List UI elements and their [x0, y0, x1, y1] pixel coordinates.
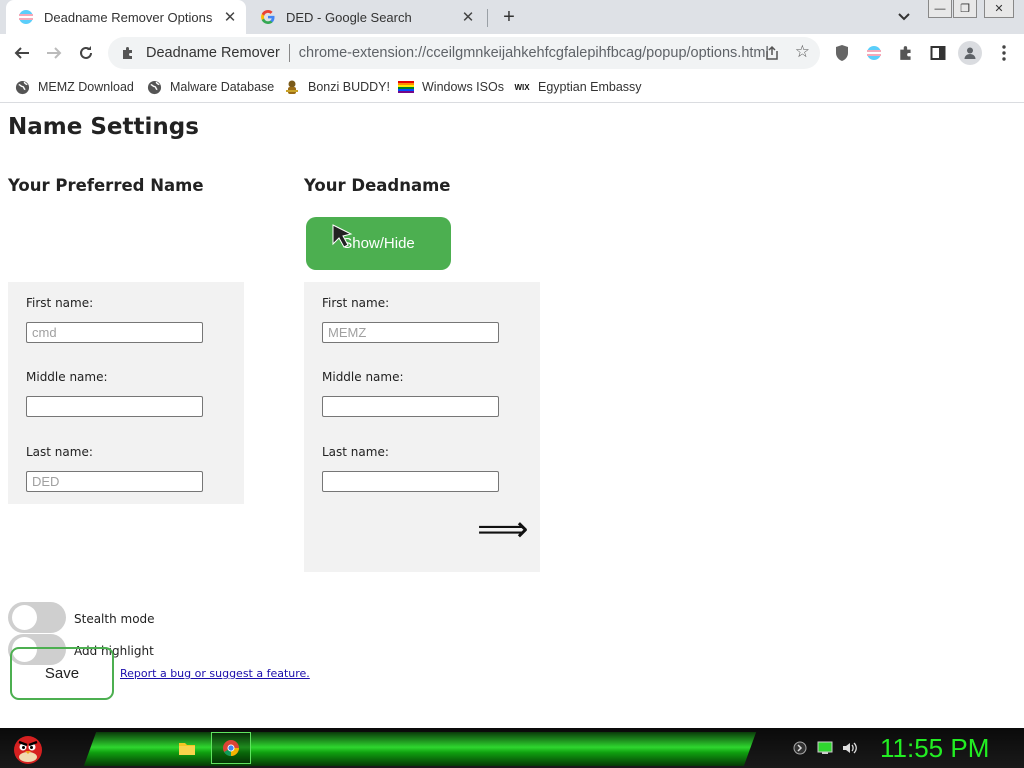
close-tab-icon[interactable]: ✕: [460, 9, 476, 26]
trans-flag-icon[interactable]: [864, 43, 884, 63]
kebab-menu-icon[interactable]: [994, 43, 1014, 63]
preferred-name-panel: First name: Middle name: Last name:: [8, 282, 244, 504]
deadname-panel: First name: Middle name: Last name: ⟹: [304, 282, 540, 572]
tab-deadname-remover-options[interactable]: Deadname Remover Options ✕: [6, 0, 246, 34]
chrome-icon[interactable]: [211, 732, 251, 764]
preferred-middle-name-input[interactable]: [26, 396, 203, 417]
chevron-down-icon[interactable]: [894, 8, 914, 26]
toggle-knob: [12, 605, 37, 630]
bookmark-memz-download[interactable]: MEMZ Download: [14, 76, 134, 98]
bookmark-bonzi-buddy[interactable]: Bonzi BUDDY!: [284, 76, 390, 98]
puzzle-icon: [120, 45, 136, 61]
bookmark-label: Bonzi BUDDY!: [308, 80, 390, 94]
share-icon[interactable]: [764, 45, 780, 61]
browser-toolbar: Deadname Remover chrome-extension://ccei…: [0, 34, 1024, 72]
taskbar: 11:55 PM: [0, 728, 1024, 768]
add-name-arrow-icon[interactable]: ⟹: [477, 512, 529, 548]
stealth-mode-toggle[interactable]: [8, 602, 66, 633]
wix-icon: WIX: [514, 82, 530, 92]
deadname-heading: Your Deadname: [304, 176, 451, 195]
file-explorer-icon[interactable]: [167, 732, 207, 764]
preferred-last-name-input[interactable]: [26, 471, 203, 492]
google-icon: [260, 9, 276, 25]
close-window-icon[interactable]: ✕: [984, 0, 1014, 18]
bookmarks-bar: MEMZ Download Malware Database Bonzi BUD…: [0, 72, 1024, 103]
volume-icon[interactable]: [842, 740, 858, 756]
globe-icon: [14, 79, 30, 95]
mouse-cursor-icon: [332, 224, 354, 254]
trans-flag-icon: [18, 9, 34, 25]
dead-last-name-input[interactable]: [322, 471, 499, 492]
bookmark-label: Malware Database: [170, 80, 275, 94]
bookmark-label: MEMZ Download: [38, 80, 134, 94]
address-bar[interactable]: Deadname Remover chrome-extension://ccei…: [108, 37, 820, 69]
stealth-mode-label: Stealth mode: [74, 612, 155, 626]
side-panel-icon[interactable]: [928, 43, 948, 63]
tab-ded-google-search[interactable]: DED - Google Search ✕: [248, 0, 484, 34]
bookmark-label: Windows ISOs: [422, 80, 504, 94]
dead-first-name-input[interactable]: [322, 322, 499, 343]
url-text: chrome-extension://cceilgmnkeijahkehfcgf…: [298, 45, 769, 61]
show-hide-button[interactable]: Show/Hide: [306, 217, 451, 270]
save-button[interactable]: Save: [10, 647, 114, 700]
dead-middle-name-label: Middle name:: [322, 370, 404, 384]
minimize-icon[interactable]: —: [928, 0, 952, 18]
new-tab-icon[interactable]: +: [498, 6, 520, 28]
preferred-middle-name-label: Middle name:: [26, 370, 108, 384]
dead-first-name-label: First name:: [322, 296, 390, 310]
url-divider: [288, 44, 290, 62]
dead-middle-name-input[interactable]: [322, 396, 499, 417]
tab-divider: [487, 9, 488, 27]
start-button-angry-bird-icon[interactable]: [8, 728, 48, 768]
preferred-first-name-input[interactable]: [26, 322, 203, 343]
bookmark-label: Egyptian Embassy: [538, 80, 642, 94]
bookmark-malware-database[interactable]: Malware Database: [146, 76, 274, 98]
page-title: Name Settings: [8, 114, 199, 140]
profile-avatar-icon[interactable]: [958, 41, 982, 65]
tab-strip: Deadname Remover Options ✕ DED - Google …: [0, 0, 1024, 34]
preferred-first-name-label: First name:: [26, 296, 94, 310]
bookmark-windows-isos[interactable]: Windows ISOs: [398, 76, 504, 98]
preferred-name-heading: Your Preferred Name: [8, 176, 204, 195]
back-icon[interactable]: [10, 41, 34, 65]
bonzi-icon: [284, 79, 300, 95]
globe-icon: [146, 79, 162, 95]
tab-title: DED - Google Search: [286, 9, 412, 25]
restore-icon[interactable]: ❐: [953, 0, 977, 18]
extensions-icon[interactable]: [896, 43, 916, 63]
network-icon[interactable]: [817, 740, 833, 756]
preferred-last-name-label: Last name:: [26, 445, 93, 459]
options-page: Name Settings Your Preferred Name Your D…: [0, 104, 1024, 728]
report-bug-link[interactable]: Report a bug or suggest a feature.: [120, 667, 310, 680]
close-tab-icon[interactable]: ✕: [222, 9, 238, 26]
ublock-icon[interactable]: [832, 43, 852, 63]
tray-chevron-icon[interactable]: [792, 740, 808, 756]
taskbar-clock[interactable]: 11:55 PM: [880, 733, 989, 764]
bookmark-star-icon[interactable]: ☆: [795, 42, 810, 62]
rainbow-flag-icon: [398, 79, 414, 95]
bookmark-egyptian-embassy[interactable]: WIX Egyptian Embassy: [514, 76, 642, 98]
forward-icon[interactable]: [42, 41, 66, 65]
dead-last-name-label: Last name:: [322, 445, 389, 459]
reload-icon[interactable]: [74, 41, 98, 65]
site-name: Deadname Remover: [146, 45, 280, 61]
tab-title: Deadname Remover Options: [44, 9, 213, 25]
